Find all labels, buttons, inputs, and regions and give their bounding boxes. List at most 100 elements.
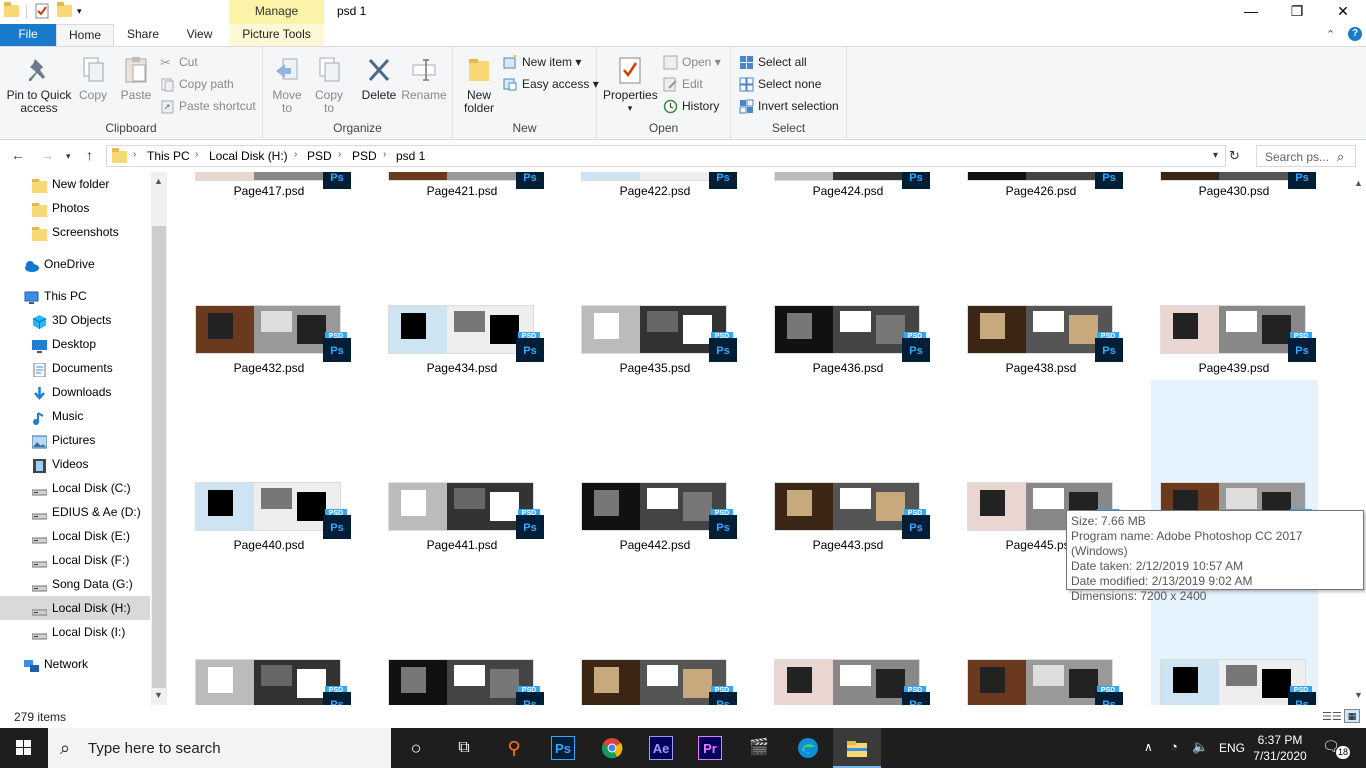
new-folder-icon[interactable] — [57, 2, 73, 19]
taskbar-app-search[interactable]: ⚲ — [490, 728, 538, 768]
history-button[interactable]: History — [663, 97, 719, 117]
file-tile[interactable]: PSDPs — [947, 172, 1123, 705]
taskbar-app-premiere[interactable]: Pr — [686, 728, 734, 768]
cortana-button[interactable]: ○ — [392, 728, 440, 768]
tab-view[interactable]: View — [172, 24, 227, 46]
breadcrumb-local-disk-h[interactable]: Local Disk (H:) — [209, 149, 288, 163]
tab-picture-tools[interactable]: Picture Tools — [229, 24, 324, 46]
refresh-icon[interactable]: ↻ — [1229, 148, 1240, 164]
properties-button[interactable]: Properties ▾ — [603, 51, 658, 115]
network-icon[interactable]: ◔ — [1170, 739, 1178, 754]
up-arrow-icon[interactable]: ↑ — [86, 147, 93, 163]
breadcrumb-this-pc[interactable]: This PC — [147, 149, 190, 163]
copy-button[interactable]: Copy — [76, 51, 110, 102]
move-to-button[interactable]: Move to — [269, 51, 305, 115]
nav-item-edius-ae-d[interactable]: EDIUS & Ae (D:) — [0, 500, 150, 524]
file-tile[interactable]: PSDPs — [754, 172, 930, 705]
address-bar[interactable]: › This PC › Local Disk (H:) › PSD › PSD … — [106, 145, 1226, 167]
breadcrumb-psd[interactable]: PSD — [307, 149, 332, 163]
action-center-button[interactable]: 🗨 18 — [1322, 738, 1350, 759]
volume-icon[interactable]: 🔈 — [1192, 739, 1208, 755]
breadcrumb-psd-2[interactable]: PSD — [352, 149, 377, 163]
nav-item-song-data-g[interactable]: Song Data (G:) — [0, 572, 150, 596]
pin-quick-access-button[interactable]: Pin to Quick access — [4, 51, 74, 115]
invert-selection-button[interactable]: Invert selection — [739, 97, 839, 117]
nav-item-screenshots[interactable]: Screenshots — [0, 220, 150, 244]
scroll-down-icon[interactable]: ▼ — [1354, 690, 1363, 700]
close-button[interactable]: ✕ — [1320, 0, 1366, 24]
large-icons-view-icon[interactable]: ▦ — [1344, 709, 1360, 723]
nav-item-new-folder[interactable]: New folder — [0, 172, 150, 196]
forward-arrow-icon[interactable]: → — [40, 147, 54, 163]
breadcrumb-psd-1[interactable]: psd 1 — [396, 149, 425, 163]
nav-item-3d-objects[interactable]: 3D Objects — [0, 308, 150, 332]
back-arrow-icon[interactable]: ← — [11, 147, 25, 163]
nav-item-local-disk-h[interactable]: Local Disk (H:) — [0, 596, 150, 620]
new-item-button[interactable]: New item ▾ — [503, 53, 581, 73]
tab-share[interactable]: Share — [114, 24, 172, 46]
nav-item-downloads[interactable]: Downloads — [0, 380, 150, 404]
search-input[interactable]: Search ps... ⌕ — [1256, 145, 1356, 167]
properties-icon[interactable] — [34, 3, 50, 19]
paste-button[interactable]: Paste — [118, 51, 154, 102]
nav-scroll-thumb[interactable] — [152, 226, 166, 688]
nav-item-photos[interactable]: Photos — [0, 196, 150, 220]
delete-button[interactable]: Delete — [359, 51, 399, 102]
select-all-button[interactable]: Select all — [739, 53, 807, 73]
address-dropdown-icon[interactable]: ▾ — [1213, 150, 1218, 161]
taskbar-app-clapper[interactable]: 🎬 — [735, 728, 783, 768]
cut-button[interactable]: ✂ Cut — [160, 53, 198, 73]
input-language[interactable]: ENG — [1219, 741, 1245, 755]
taskbar-app-explorer[interactable] — [833, 728, 881, 768]
folder-icon[interactable] — [4, 2, 20, 19]
file-tile[interactable]: PSDPs — [1140, 172, 1316, 705]
maximize-button[interactable]: ❐ — [1274, 0, 1320, 24]
file-tile[interactable]: PSDPs — [561, 172, 737, 705]
tab-file[interactable]: File — [0, 24, 56, 46]
taskbar-app-edge[interactable] — [784, 728, 832, 768]
open-button[interactable]: Open ▾ — [663, 53, 721, 73]
recent-locations-icon[interactable]: ▾ — [66, 151, 71, 162]
nav-item-local-disk-i[interactable]: Local Disk (I:) — [0, 620, 150, 644]
file-tile[interactable]: PSDPs — [175, 172, 351, 705]
scroll-up-icon[interactable]: ▲ — [154, 176, 163, 186]
scroll-up-icon[interactable]: ▲ — [1354, 178, 1363, 188]
select-none-button[interactable]: Select none — [739, 75, 821, 95]
file-scrollbar[interactable]: ▲ ▼ — [1349, 172, 1366, 705]
nav-scrollbar[interactable]: ▲ ▼ — [151, 172, 167, 705]
tab-home[interactable]: Home — [56, 24, 114, 46]
search-icon[interactable]: ⌕ — [1337, 149, 1344, 165]
nav-item-local-disk-f[interactable]: Local Disk (F:) — [0, 548, 150, 572]
edit-button[interactable]: Edit — [663, 75, 703, 95]
nav-item-local-disk-c[interactable]: Local Disk (C:) — [0, 476, 150, 500]
taskbar-app-photoshop[interactable]: Ps — [539, 728, 587, 768]
new-folder-button[interactable]: New folder — [459, 51, 499, 115]
taskbar-app-chrome[interactable] — [588, 728, 636, 768]
copy-path-button[interactable]: Copy path — [160, 75, 234, 95]
nav-item-documents[interactable]: Documents — [0, 356, 150, 380]
nav-item-pictures[interactable]: Pictures — [0, 428, 150, 452]
taskbar-search[interactable]: ⌕ Type here to search — [48, 728, 391, 768]
details-view-icon[interactable]: ☰☰ — [1322, 710, 1342, 723]
collapse-ribbon-icon[interactable]: ⌃ — [1326, 28, 1335, 41]
copy-to-button[interactable]: Copy to — [311, 51, 347, 115]
nav-item-music[interactable]: Music — [0, 404, 150, 428]
nav-item-onedrive[interactable]: OneDrive — [0, 252, 150, 276]
start-button[interactable] — [0, 728, 48, 768]
nav-item-network[interactable]: Network — [0, 652, 150, 676]
paste-shortcut-button[interactable]: Paste shortcut — [160, 97, 256, 117]
nav-item-videos[interactable]: Videos — [0, 452, 150, 476]
nav-item-desktop[interactable]: Desktop — [0, 332, 150, 356]
file-tile[interactable]: PSDPs — [368, 172, 544, 705]
customize-qat-icon[interactable]: ▾ — [77, 6, 85, 16]
clock[interactable]: 6:37 PM 7/31/2020 — [1248, 732, 1312, 764]
nav-item-this-pc[interactable]: This PC — [0, 284, 150, 308]
show-hidden-icons-icon[interactable]: ∧ — [1144, 740, 1153, 754]
nav-item-local-disk-e[interactable]: Local Disk (E:) — [0, 524, 150, 548]
task-view-button[interactable]: ⧉ — [440, 728, 488, 768]
scroll-down-icon[interactable]: ▼ — [154, 690, 163, 700]
minimize-button[interactable]: — — [1228, 0, 1274, 24]
easy-access-button[interactable]: Easy access ▾ — [503, 75, 599, 95]
rename-button[interactable]: Rename — [401, 51, 447, 102]
tab-manage[interactable]: Manage — [229, 0, 324, 24]
